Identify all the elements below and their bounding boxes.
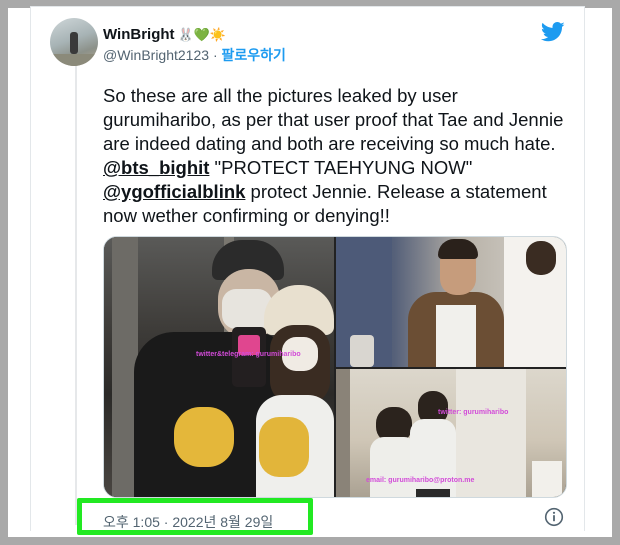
handle-row: @WinBright2123 · 팔로우하기 — [103, 45, 286, 65]
tweet-card: WinBright 🐰💚☀️ @WinBright2123 · 팔로우하기 So… — [30, 6, 585, 535]
photo-mirror-selfie[interactable]: twitter&telegram: gurumiharibo — [104, 237, 334, 497]
tweet-text: So these are all the pictures leaked by … — [103, 84, 573, 228]
twitter-bird-icon[interactable] — [541, 22, 565, 42]
photo-leopard-shirt[interactable] — [336, 237, 566, 367]
author-name-row[interactable]: WinBright 🐰💚☀️ — [103, 26, 226, 43]
avatar[interactable] — [50, 18, 98, 66]
tweet-text-part: So these are all the pictures leaked by … — [103, 85, 564, 154]
mention-bts-bighit[interactable]: @bts_bighit — [103, 157, 209, 178]
info-icon[interactable] — [544, 507, 564, 527]
photo-watermark: twitter&telegram: gurumiharibo — [196, 351, 301, 358]
photo-hallway-mirror[interactable]: twitter: gurumiharibo email: gurumiharib… — [336, 369, 566, 497]
tweet-text-part: "PROTECT TAEHYUNG NOW" — [209, 157, 473, 178]
media-grid: twitter&telegram: gurumiharibo twitter: … — [103, 236, 567, 498]
handle[interactable]: @WinBright2123 — [103, 47, 209, 63]
tweet-timestamp[interactable]: 오후 1:05 · 2022년 8월 29일 — [103, 512, 273, 532]
name-emoji: 🐰💚☀️ — [177, 26, 227, 42]
photo-watermark: twitter: gurumiharibo — [438, 409, 509, 416]
display-name[interactable]: WinBright — [103, 26, 175, 43]
follow-button[interactable]: 팔로우하기 — [222, 47, 286, 63]
separator: · — [212, 47, 218, 63]
mention-ygofficialblink[interactable]: @ygofficialblink — [103, 181, 245, 202]
photo-watermark: email: gurumiharibo@proton.me — [366, 477, 475, 484]
